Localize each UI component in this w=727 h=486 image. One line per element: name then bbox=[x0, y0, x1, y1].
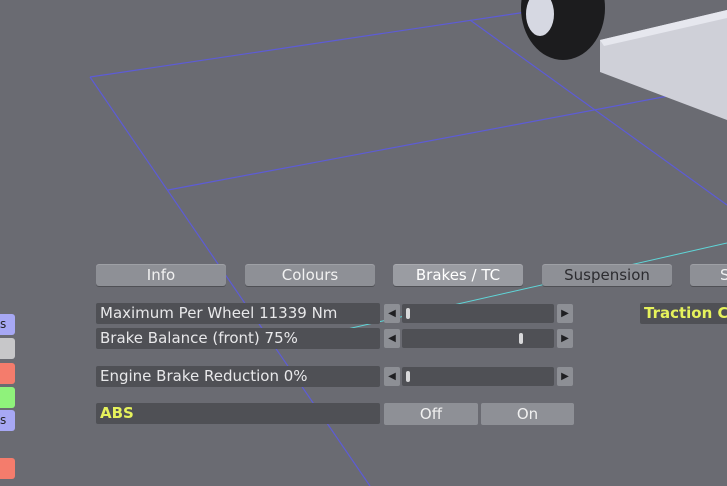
tab-steering[interactable]: S bbox=[690, 264, 727, 286]
max-per-wheel-slider[interactable] bbox=[402, 304, 554, 323]
slider-thumb[interactable] bbox=[406, 308, 410, 319]
side-chip-3[interactable] bbox=[0, 363, 15, 384]
tab-info[interactable]: Info bbox=[96, 264, 226, 286]
side-chip-4[interactable] bbox=[0, 387, 15, 408]
side-chip-1[interactable]: s bbox=[0, 314, 15, 335]
side-chip-5[interactable]: s bbox=[0, 410, 15, 431]
side-chip-2[interactable] bbox=[0, 338, 15, 359]
engine-brake-reduction-label: Engine Brake Reduction 0% bbox=[96, 366, 380, 387]
car-wheel bbox=[521, 0, 605, 60]
traction-control-label: Traction Co bbox=[640, 303, 727, 324]
tab-brakes-tc[interactable]: Brakes / TC bbox=[393, 264, 523, 286]
arrow-left-icon[interactable]: ◀ bbox=[384, 304, 400, 323]
engine-brake-reduction-slider[interactable] bbox=[402, 367, 554, 386]
side-chip-6[interactable] bbox=[0, 458, 15, 479]
abs-on-button[interactable]: On bbox=[481, 403, 574, 425]
abs-label: ABS bbox=[96, 403, 380, 424]
brake-balance-slider[interactable] bbox=[402, 329, 554, 348]
abs-off-button[interactable]: Off bbox=[384, 403, 478, 425]
max-per-wheel-label: Maximum Per Wheel 11339 Nm bbox=[96, 303, 380, 324]
arrow-right-icon[interactable]: ▶ bbox=[557, 304, 573, 323]
tab-suspension[interactable]: Suspension bbox=[542, 264, 672, 286]
tab-colours[interactable]: Colours bbox=[245, 264, 375, 286]
brake-balance-label: Brake Balance (front) 75% bbox=[96, 328, 380, 349]
arrow-left-icon[interactable]: ◀ bbox=[384, 329, 400, 348]
arrow-right-icon[interactable]: ▶ bbox=[557, 367, 573, 386]
arrow-right-icon[interactable]: ▶ bbox=[557, 329, 573, 348]
arrow-left-icon[interactable]: ◀ bbox=[384, 367, 400, 386]
slider-thumb[interactable] bbox=[406, 371, 410, 382]
slider-thumb[interactable] bbox=[519, 333, 523, 344]
